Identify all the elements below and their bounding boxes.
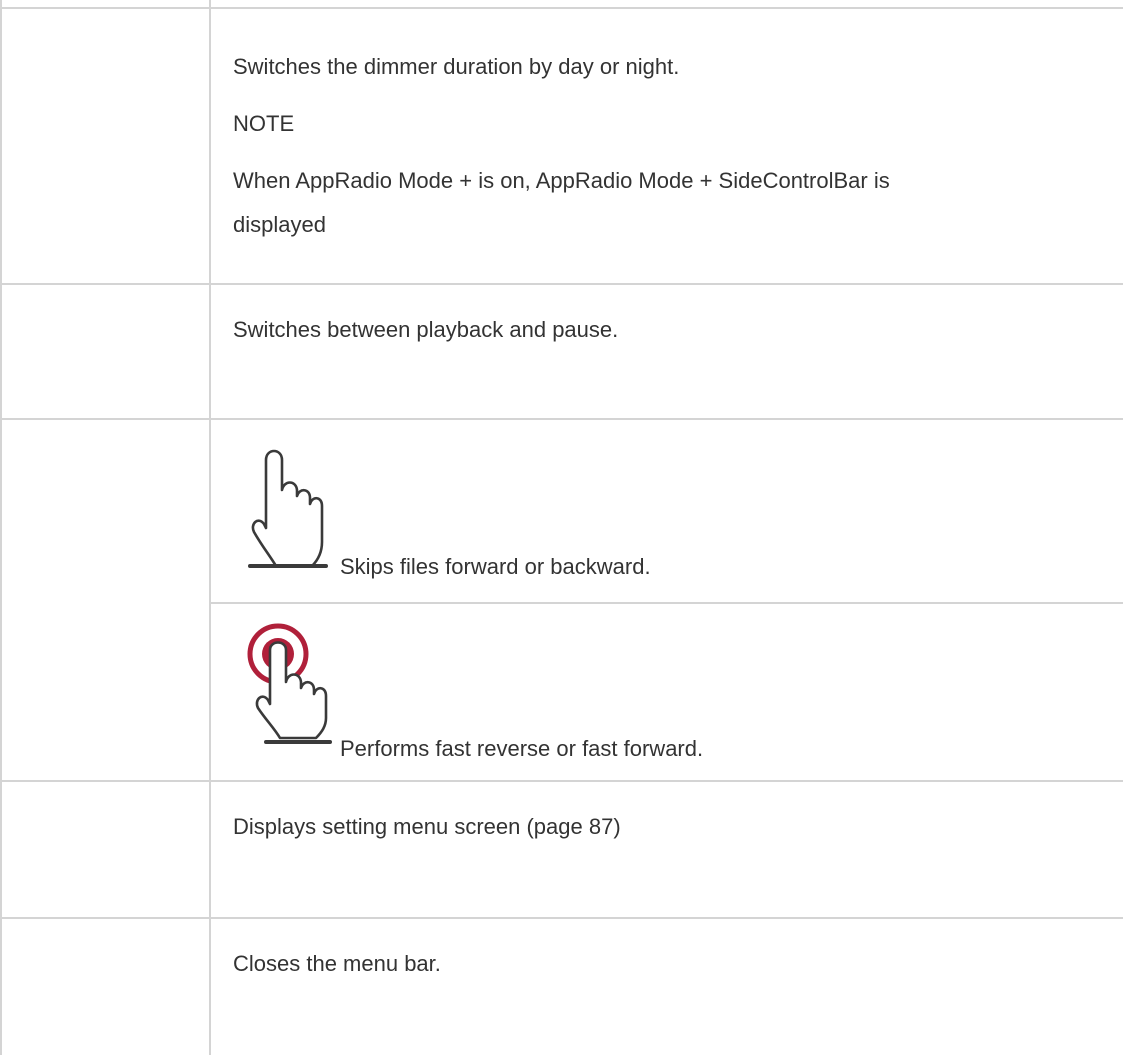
subrow-tap-description: Skips files forward or backward. — [340, 554, 651, 579]
column-divider — [209, 0, 211, 1055]
table-top-border — [0, 7, 1123, 9]
subrow-hold-description: Performs fast reverse or fast forward. — [340, 736, 704, 761]
row-divider-2 — [0, 418, 1123, 420]
touch-and-hold-gesture-icon — [247, 623, 332, 744]
row-playback-description: Switches between playback and pause. — [233, 317, 619, 342]
function-table: Switches the dimmer duration by day or n… — [0, 0, 1123, 1055]
row-divider-3 — [0, 780, 1123, 782]
table-left-border — [0, 0, 2, 1055]
row-dimmer-description: Switches the dimmer duration by day or n… — [233, 54, 680, 79]
row-settings-description: Displays setting menu screen (page 87) — [233, 814, 621, 839]
row-divider-4 — [0, 917, 1123, 919]
row-dimmer-note-line-1: When AppRadio Mode + is on, AppRadio Mod… — [233, 168, 890, 193]
row-divider-1 — [0, 283, 1123, 285]
row-dimmer-note-label: NOTE — [233, 111, 295, 136]
subrow-divider — [211, 602, 1123, 604]
row-dimmer-note-line-2: displayed — [233, 212, 326, 237]
tap-gesture-icon — [248, 449, 328, 568]
row-close-description: Closes the menu bar. — [233, 951, 441, 976]
